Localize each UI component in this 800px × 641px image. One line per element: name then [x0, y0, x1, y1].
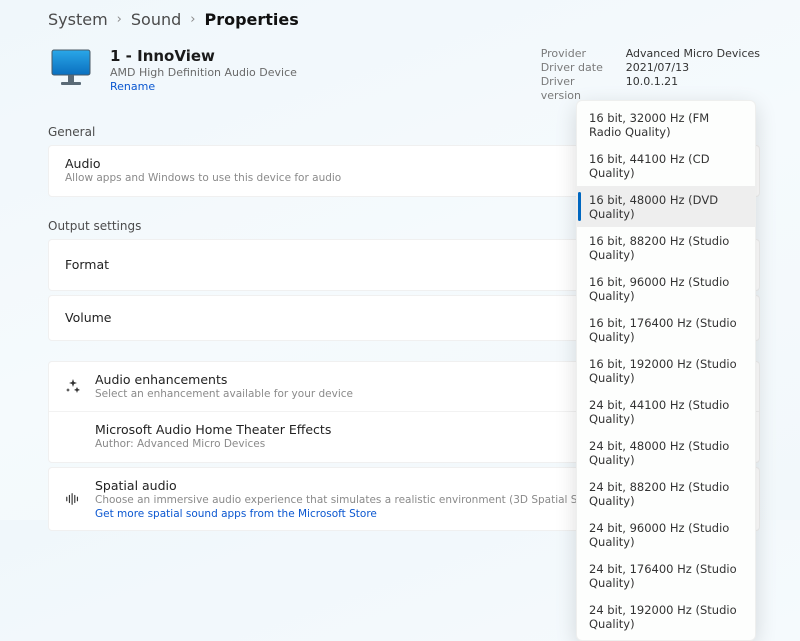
device-subtitle: AMD High Definition Audio Device — [110, 66, 297, 79]
provider-value: Advanced Micro Devices — [626, 47, 760, 61]
monitor-icon — [48, 47, 94, 87]
driver-meta: Provider Advanced Micro Devices Driver da… — [541, 47, 760, 103]
driver-version-label: Driver version — [541, 75, 616, 103]
chevron-right-icon: › — [117, 12, 122, 27]
spatial-store-link[interactable]: Get more spatial sound apps from the Mic… — [95, 508, 659, 520]
enhancements-title: Audio enhancements — [95, 372, 353, 387]
format-option[interactable]: 24 bit, 176400 Hz (Studio Quality) — [577, 555, 755, 596]
format-option[interactable]: 24 bit, 48000 Hz (Studio Quality) — [577, 432, 755, 473]
format-option[interactable]: 16 bit, 96000 Hz (Studio Quality) — [577, 268, 755, 309]
rename-link[interactable]: Rename — [110, 80, 297, 93]
chevron-right-icon: › — [190, 12, 195, 27]
format-option[interactable]: 24 bit, 96000 Hz (Studio Quality) — [577, 514, 755, 555]
format-dropdown: 16 bit, 32000 Hz (FM Radio Quality)16 bi… — [576, 100, 756, 641]
format-label: Format — [65, 257, 109, 272]
format-option[interactable]: 24 bit, 192000 Hz (Studio Quality) — [577, 596, 755, 637]
soundwave-icon — [65, 491, 81, 507]
provider-label: Provider — [541, 47, 616, 61]
format-option[interactable]: 16 bit, 32000 Hz (FM Radio Quality) — [577, 104, 755, 145]
spatial-title: Spatial audio — [95, 478, 659, 493]
sparkle-icon — [65, 378, 81, 394]
format-option[interactable]: 24 bit, 88200 Hz (Studio Quality) — [577, 473, 755, 514]
format-option[interactable]: 16 bit, 88200 Hz (Studio Quality) — [577, 227, 755, 268]
format-option[interactable]: 24 bit, 44100 Hz (Studio Quality) — [577, 391, 755, 432]
format-option[interactable]: 16 bit, 192000 Hz (Studio Quality) — [577, 350, 755, 391]
format-option[interactable]: 16 bit, 176400 Hz (Studio Quality) — [577, 309, 755, 350]
spatial-sub: Choose an immersive audio experience tha… — [95, 494, 659, 508]
enhancements-sub: Select an enhancement available for your… — [95, 388, 353, 402]
device-title: 1 - InnoView — [110, 47, 297, 65]
driver-version-value: 10.0.1.21 — [626, 75, 678, 103]
breadcrumb-system[interactable]: System — [48, 10, 108, 29]
breadcrumb-sound[interactable]: Sound — [131, 10, 181, 29]
driver-date-label: Driver date — [541, 61, 616, 75]
format-option[interactable]: 16 bit, 44100 Hz (CD Quality) — [577, 145, 755, 186]
driver-date-value: 2021/07/13 — [626, 61, 689, 75]
breadcrumb-current: Properties — [204, 10, 298, 29]
format-option[interactable]: 16 bit, 48000 Hz (DVD Quality) — [577, 186, 755, 227]
breadcrumb: System › Sound › Properties — [48, 10, 760, 29]
volume-label: Volume — [65, 310, 112, 325]
